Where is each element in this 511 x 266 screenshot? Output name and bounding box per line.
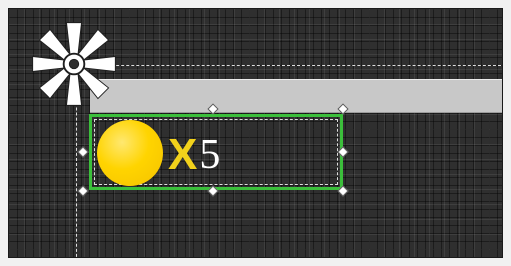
gear-icon [32, 22, 116, 106]
resize-handle-bottom-left[interactable] [77, 185, 89, 197]
multiplier-count: 5 [199, 132, 221, 178]
multiplier-label: X 5 [168, 130, 221, 179]
selected-widget[interactable]: X 5 [89, 114, 343, 190]
multiplier-x-text: X [168, 130, 198, 179]
horizontal-guide-line [76, 65, 502, 66]
resize-handle-middle-left[interactable] [77, 146, 89, 158]
progress-track[interactable] [90, 79, 502, 113]
coin-icon [97, 120, 163, 186]
editor-canvas[interactable]: X 5 [8, 8, 503, 258]
